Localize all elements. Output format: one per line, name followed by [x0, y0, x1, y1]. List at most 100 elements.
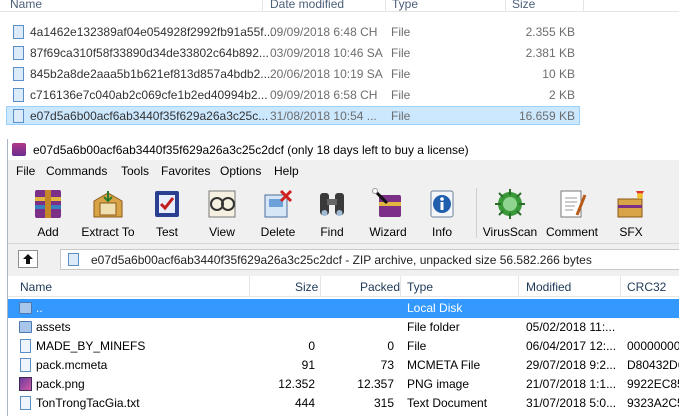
archive-file-list: Name Size Packed Type Modified CRC32 .. …	[8, 276, 679, 416]
toolbar: Add Extract To Test View Delete Find Wiz…	[8, 182, 679, 244]
list-row[interactable]: assets File folder 05/02/2018 11:...	[8, 318, 679, 337]
info-icon	[424, 186, 460, 222]
explorer-column-header: Name Date modified Type Size	[0, 0, 679, 12]
explorer-row[interactable]: 845b2a8de2aaa5b1b621ef813d857a4bdb2... 2…	[6, 64, 580, 83]
address-bar: e07d5a6b00acf6ab3440f35f629a26a3c25c2dcf…	[8, 246, 679, 273]
file-name: 845b2a8de2aaa5b1b621ef813d857a4bdb2...	[30, 67, 271, 81]
info-label: Info	[431, 225, 452, 239]
up-arrow-icon	[23, 254, 33, 264]
find-icon	[314, 186, 350, 222]
col-crc32[interactable]: CRC32	[627, 280, 666, 294]
delete-icon	[260, 186, 296, 222]
file-icon	[13, 25, 24, 39]
test-icon	[149, 186, 185, 222]
explorer-col-name[interactable]: Name	[10, 0, 42, 11]
menu-options[interactable]: Options	[220, 164, 261, 178]
explorer-row-selected[interactable]: e07d5a6b00acf6ab3440f35f629a26a3c25c... …	[6, 106, 580, 125]
list-row[interactable]: TonTrongTacGia.txt 444 315 Text Document…	[8, 394, 679, 413]
col-packed[interactable]: Packed	[360, 280, 400, 294]
wizard-label: Wizard	[369, 225, 407, 239]
menu-commands[interactable]: Commands	[46, 164, 107, 178]
row-size: 12.352	[278, 377, 315, 391]
archive-path-field[interactable]: e07d5a6b00acf6ab3440f35f629a26a3c25c2dcf…	[60, 249, 679, 270]
folder-icon	[19, 321, 32, 333]
list-row[interactable]: pack.mcmeta 91 73 MCMETA File 29/07/2018…	[8, 356, 679, 375]
explorer-row[interactable]: 4a1462e132389af04e054928f2992fb91a55f...…	[6, 22, 580, 41]
file-type: File	[391, 109, 411, 123]
row-packed: 12.357	[357, 377, 394, 391]
menu-favorites[interactable]: Favorites	[161, 164, 210, 178]
row-packed: 0	[387, 339, 394, 353]
menu-help[interactable]: Help	[274, 164, 299, 178]
image-icon	[19, 377, 32, 391]
extract-to-label: Extract To	[81, 225, 135, 239]
row-packed: 73	[380, 358, 394, 372]
row-modified: 21/07/2018 1:1...	[526, 377, 617, 391]
file-date: 03/09/2018 10:46 SA	[270, 46, 383, 60]
menu-file[interactable]: File	[16, 164, 35, 178]
row-type: File	[407, 339, 427, 353]
extract-to-button[interactable]: Extract To	[81, 184, 135, 242]
row-modified: 31/07/2018 5:0...	[526, 396, 617, 410]
virusscan-icon	[492, 186, 528, 222]
explorer-col-size[interactable]: Size	[512, 0, 535, 11]
explorer-row[interactable]: c716136e7c040ab2c069cfe1b2ed40994b2... 0…	[6, 85, 580, 104]
col-type[interactable]: Type	[407, 280, 433, 294]
comment-button[interactable]: Comment	[546, 184, 598, 242]
wizard-button[interactable]: Wizard	[369, 184, 407, 242]
delete-button[interactable]: Delete	[260, 184, 296, 242]
up-folder-button[interactable]	[18, 250, 38, 268]
file-size: 10 KB	[542, 67, 575, 81]
sfx-label: SFX	[619, 225, 643, 239]
file-name: e07d5a6b00acf6ab3440f35f629a26a3c25c...	[30, 109, 269, 123]
virusscan-label: VirusScan	[482, 225, 538, 239]
view-label: View	[209, 225, 235, 239]
info-button[interactable]: Info	[426, 184, 458, 242]
explorer-col-type[interactable]: Type	[392, 0, 418, 11]
add-label: Add	[37, 225, 59, 239]
row-name: pack.mcmeta	[36, 358, 108, 372]
file-type: File	[391, 25, 411, 39]
file-size: 2.381 KB	[525, 46, 575, 60]
list-row[interactable]: MADE_BY_MINEFS 0 0 File 06/04/2017 12:..…	[8, 337, 679, 356]
extract-icon	[90, 186, 126, 222]
sfx-button[interactable]: SFX	[614, 184, 648, 242]
col-size[interactable]: Size	[295, 280, 318, 294]
row-name: pack.png	[36, 377, 85, 391]
row-crc: 9323A2C5	[627, 396, 679, 410]
file-date: 09/09/2018 6:48 CH	[270, 25, 378, 39]
text-file-icon	[20, 396, 31, 410]
title-bar[interactable]: e07d5a6b00acf6ab3440f35f629a26a3c25c2dcf…	[8, 139, 679, 160]
virusscan-button[interactable]: VirusScan	[483, 184, 537, 242]
test-label: Test	[155, 225, 178, 239]
row-name: ..	[36, 301, 43, 315]
find-button[interactable]: Find	[315, 184, 349, 242]
file-date: 09/09/2018 6:58 CH	[270, 88, 378, 102]
row-type: File folder	[407, 320, 460, 334]
list-row[interactable]: pack.png 12.352 12.357 PNG image 21/07/2…	[8, 375, 679, 394]
row-size: 444	[294, 396, 315, 410]
row-name: MADE_BY_MINEFS	[36, 339, 146, 353]
file-icon	[13, 46, 24, 60]
file-type: File	[391, 67, 411, 81]
archive-file-icon	[68, 253, 79, 266]
file-icon	[13, 67, 24, 81]
row-modified: 05/02/2018 11:...	[526, 320, 616, 334]
explorer-col-date[interactable]: Date modified	[270, 0, 344, 11]
screen: Name Date modified Type Size 4a1462e1323…	[0, 0, 679, 416]
file-size: 2 KB	[548, 88, 575, 102]
add-button[interactable]: Add	[29, 184, 67, 242]
row-type: Local Disk	[407, 301, 463, 315]
col-modified[interactable]: Modified	[526, 280, 571, 294]
view-button[interactable]: View	[205, 184, 239, 242]
explorer-row[interactable]: 87f69ca310f58f33890d34de33802c64b892... …	[6, 43, 580, 62]
toolbar-separator	[476, 188, 477, 238]
test-button[interactable]: Test	[150, 184, 184, 242]
add-archive-icon	[30, 186, 66, 222]
file-size: 2.355 KB	[525, 25, 575, 39]
wizard-icon	[370, 186, 406, 222]
menu-tools[interactable]: Tools	[121, 164, 149, 178]
col-name[interactable]: Name	[20, 280, 52, 294]
list-row-parent[interactable]: .. Local Disk	[8, 299, 679, 318]
row-type: Text Document	[407, 396, 488, 410]
